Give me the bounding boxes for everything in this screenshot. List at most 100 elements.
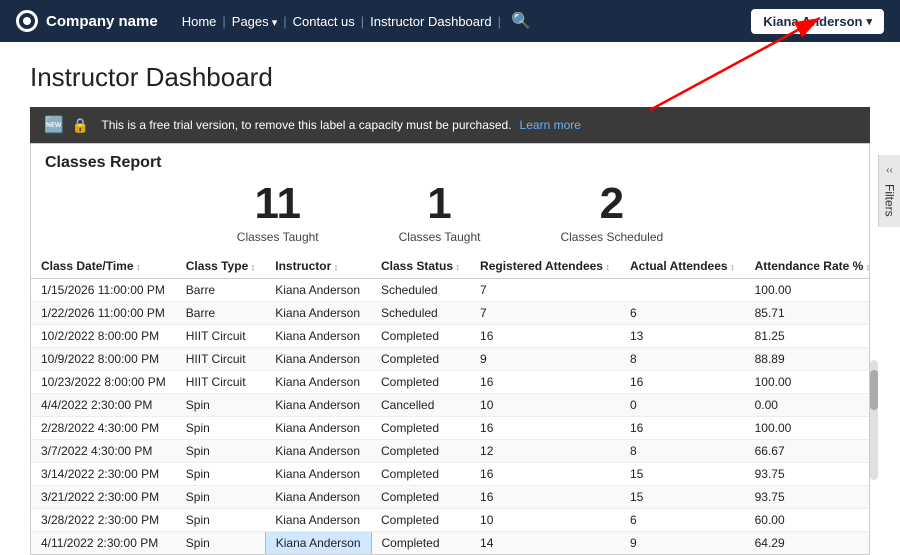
table-row: 4/4/2022 2:30:00 PMSpinKiana AndersonCan… <box>31 394 869 417</box>
table-cell: 7 <box>470 302 620 325</box>
table-cell: Spin <box>176 532 266 555</box>
table-cell: 1/15/2026 11:00:00 PM <box>31 279 176 302</box>
table-cell <box>620 279 745 302</box>
table-cell: 14 <box>470 532 620 555</box>
table-header-row: Class Date/Time Class Type Instructor Cl… <box>31 254 869 279</box>
page-title: Instructor Dashboard <box>30 62 870 93</box>
col-actual[interactable]: Actual Attendees <box>620 254 745 279</box>
table-cell: 3/21/2022 2:30:00 PM <box>31 486 176 509</box>
table-cell: Kiana Anderson <box>265 371 371 394</box>
classes-table-container[interactable]: Class Date/Time Class Type Instructor Cl… <box>31 254 869 554</box>
table-cell: 10 <box>470 394 620 417</box>
brand-icon <box>16 10 38 32</box>
table-cell: Barre <box>176 302 266 325</box>
table-cell: 16 <box>470 325 620 348</box>
stat-label-3: Classes Scheduled <box>560 230 663 244</box>
search-icon[interactable]: 🔍 <box>507 11 535 31</box>
table-cell: Kiana Anderson <box>265 325 371 348</box>
table-cell: Spin <box>176 417 266 440</box>
table-cell: 64.29 <box>745 532 869 555</box>
main-content: Instructor Dashboard 🆕 🔒 This is a free … <box>0 42 900 555</box>
table-cell: Kiana Anderson <box>265 463 371 486</box>
table-cell: 1/22/2026 11:00:00 PM <box>31 302 176 325</box>
table-cell: 9 <box>470 348 620 371</box>
stat-classes-scheduled: 2 Classes Scheduled <box>560 182 663 244</box>
col-date-time[interactable]: Class Date/Time <box>31 254 176 279</box>
table-cell: 81.25 <box>745 325 869 348</box>
table-cell: Spin <box>176 440 266 463</box>
table-cell: 10/9/2022 8:00:00 PM <box>31 348 176 371</box>
table-cell: 0.00 <box>745 394 869 417</box>
bell-icon: 🆕 <box>44 115 64 135</box>
table-row: 10/9/2022 8:00:00 PMHIIT CircuitKiana An… <box>31 348 869 371</box>
table-cell: 8 <box>620 348 745 371</box>
table-cell: 8 <box>620 440 745 463</box>
trial-banner: 🆕 🔒 This is a free trial version, to rem… <box>30 107 870 143</box>
table-cell: 16 <box>620 371 745 394</box>
user-name-label: Kiana Anderson <box>763 14 862 29</box>
table-cell: Spin <box>176 486 266 509</box>
table-cell: Scheduled <box>371 302 470 325</box>
filters-sidebar[interactable]: ‹‹ Filters <box>878 155 900 227</box>
nav-sep-3: | <box>361 14 364 29</box>
table-cell: 3/7/2022 4:30:00 PM <box>31 440 176 463</box>
nav-sep-2: | <box>283 14 286 29</box>
nav-contact[interactable]: Contact us <box>293 12 355 31</box>
stat-number-1: 11 <box>237 182 319 226</box>
col-attendance-rate[interactable]: Attendance Rate % <box>745 254 869 279</box>
nav-home[interactable]: Home <box>182 12 217 31</box>
table-row: 1/22/2026 11:00:00 PMBarreKiana Anderson… <box>31 302 869 325</box>
user-menu-button[interactable]: Kiana Anderson <box>751 9 884 34</box>
col-class-type[interactable]: Class Type <box>176 254 266 279</box>
table-cell: 7 <box>470 279 620 302</box>
table-cell: Scheduled <box>371 279 470 302</box>
table-row: 4/11/2022 2:30:00 PMSpinKiana AndersonCo… <box>31 532 869 555</box>
banner-text: This is a free trial version, to remove … <box>101 118 511 132</box>
table-cell: Spin <box>176 509 266 532</box>
table-cell: 13 <box>620 325 745 348</box>
learn-more-link[interactable]: Learn more <box>520 118 581 132</box>
table-row: 3/21/2022 2:30:00 PMSpinKiana AndersonCo… <box>31 486 869 509</box>
nav-pages[interactable]: Pages <box>232 12 277 31</box>
table-cell: Kiana Anderson <box>265 348 371 371</box>
table-cell: 15 <box>620 486 745 509</box>
table-cell: 10 <box>470 509 620 532</box>
table-cell: 100.00 <box>745 417 869 440</box>
table-cell: 60.00 <box>745 509 869 532</box>
scrollbar-thumb[interactable] <box>870 370 878 410</box>
table-cell: 6 <box>620 302 745 325</box>
brand[interactable]: Company name <box>16 10 158 32</box>
table-row: 10/23/2022 8:00:00 PMHIIT CircuitKiana A… <box>31 371 869 394</box>
table-cell: 100.00 <box>745 279 869 302</box>
stat-number-3: 2 <box>560 182 663 226</box>
scrollbar-track[interactable] <box>870 360 878 480</box>
stat-number-2: 1 <box>399 182 481 226</box>
col-instructor[interactable]: Instructor <box>265 254 371 279</box>
table-cell: HIIT Circuit <box>176 348 266 371</box>
table-cell: Kiana Anderson <box>265 532 371 555</box>
table-cell: Completed <box>371 325 470 348</box>
stat-label-2: Classes Taught <box>399 230 481 244</box>
col-registered[interactable]: Registered Attendees <box>470 254 620 279</box>
table-cell: 2/28/2022 4:30:00 PM <box>31 417 176 440</box>
table-cell: 4/4/2022 2:30:00 PM <box>31 394 176 417</box>
table-cell: 85.71 <box>745 302 869 325</box>
table-cell: Barre <box>176 279 266 302</box>
table-cell: 6 <box>620 509 745 532</box>
table-cell: 100.00 <box>745 371 869 394</box>
table-cell: Kiana Anderson <box>265 394 371 417</box>
stat-classes-taught-11: 11 Classes Taught <box>237 182 319 244</box>
table-cell: 16 <box>470 486 620 509</box>
table-row: 1/15/2026 11:00:00 PMBarreKiana Anderson… <box>31 279 869 302</box>
nav-instructor-dashboard[interactable]: Instructor Dashboard <box>370 12 491 31</box>
table-cell: 15 <box>620 463 745 486</box>
table-cell: 88.89 <box>745 348 869 371</box>
navbar: Company name Home | Pages | Contact us |… <box>0 0 900 42</box>
nav-links: Home | Pages | Contact us | Instructor D… <box>182 11 744 31</box>
table-cell: 16 <box>470 371 620 394</box>
table-cell: HIIT Circuit <box>176 325 266 348</box>
table-cell: Kiana Anderson <box>265 440 371 463</box>
brand-name: Company name <box>46 13 158 30</box>
col-class-status[interactable]: Class Status <box>371 254 470 279</box>
table-cell: Completed <box>371 417 470 440</box>
